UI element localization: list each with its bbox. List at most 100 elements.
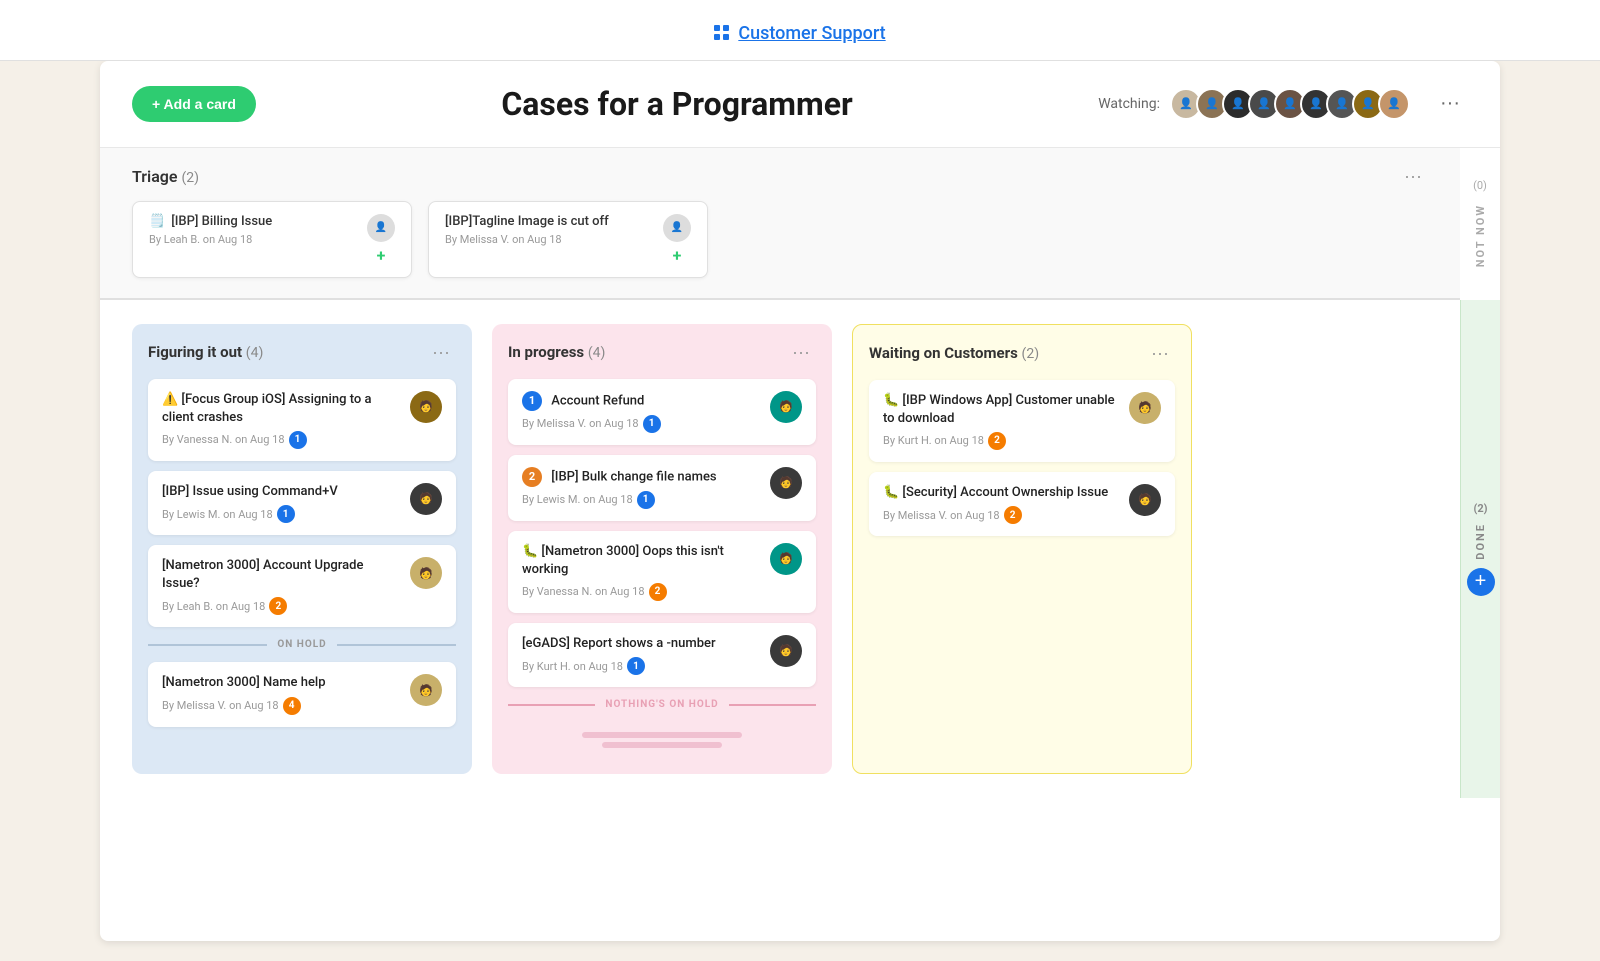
- inprogress-card-4-meta: By Kurt H. on Aug 18 1: [522, 657, 762, 675]
- not-now-panel: (0) NOT NOW: [1460, 148, 1500, 300]
- waiting-count: (2): [1022, 346, 1040, 362]
- divider-line-right: [337, 644, 456, 646]
- inprogress-card-3-badge: 2: [649, 583, 667, 601]
- waiting-col-title: Waiting on Customers (2): [869, 344, 1039, 362]
- nothing-on-hold-area: [508, 722, 816, 758]
- triage-card-2[interactable]: [IBP]Tagline Image is cut off By Melissa…: [428, 201, 708, 278]
- inprogress-card-3[interactable]: 🐛 [Nametron 3000] Oops this isn't workin…: [508, 531, 816, 613]
- inprogress-card-4[interactable]: [eGADS] Report shows a -number By Kurt H…: [508, 623, 816, 687]
- more-options-button[interactable]: ···: [1432, 88, 1468, 119]
- not-now-count: (0): [1473, 179, 1487, 192]
- figuring-card-1-body: ⚠️ [Focus Group iOS] Assigning to a clie…: [162, 391, 402, 449]
- divider-line-left: [148, 644, 267, 646]
- figuring-card-2-body: [IBP] Issue using Command+V By Lewis M. …: [162, 483, 402, 523]
- figuring-card-3[interactable]: [Nametron 3000] Account Upgrade Issue? B…: [148, 545, 456, 627]
- waiting-card-1-meta: By Kurt H. on Aug 18 2: [883, 432, 1121, 450]
- done-panel: (2) DONE +: [1460, 300, 1500, 799]
- waiting-card-1-badge: 2: [988, 432, 1006, 450]
- triage-card-1-title: 🗒️ [IBP] Billing Issue: [149, 214, 367, 229]
- triage-menu-button[interactable]: ···: [1398, 164, 1428, 189]
- board-header: + Add a card Cases for a Programmer Watc…: [100, 61, 1500, 148]
- triage-count: (2): [182, 170, 200, 186]
- triage-card-1-avatar: 👤: [367, 214, 395, 242]
- watching-label: Watching:: [1098, 96, 1160, 112]
- kanban-area: Figuring it out (4) ··· ⚠️ [Focus Group …: [100, 300, 1460, 799]
- nothing-divider-left: [508, 704, 595, 706]
- inprogress-card-1-avatar: 🧑: [770, 391, 802, 423]
- inprogress-card-1-body: 1 Account Refund By Melissa V. on Aug 18…: [522, 391, 762, 433]
- waiting-card-1[interactable]: 🐛 [IBP Windows App] Customer unable to d…: [869, 380, 1175, 462]
- waiting-card-1-avatar: 🧑: [1129, 392, 1161, 424]
- triage-card-1-actions: 👤 +: [367, 214, 395, 265]
- waiting-menu-button[interactable]: ···: [1145, 341, 1175, 366]
- waiting-card-2[interactable]: 🐛 [Security] Account Ownership Issue By …: [869, 472, 1175, 536]
- triage-card-2-add-icon[interactable]: +: [673, 246, 682, 265]
- nothing-on-hold-divider: NOTHING'S ON HOLD: [508, 699, 816, 710]
- inprogress-card-3-title: 🐛 [Nametron 3000] Oops this isn't workin…: [522, 543, 762, 579]
- figuring-card-3-badge: 2: [269, 597, 287, 615]
- figuring-col-title: Figuring it out (4): [148, 343, 263, 361]
- inprogress-card-3-body: 🐛 [Nametron 3000] Oops this isn't workin…: [522, 543, 762, 601]
- triage-inner: Triage (2) ··· 🗒️ [IBP] Billing Issue By…: [100, 148, 1460, 300]
- inprogress-card-2-avatar: 🧑: [770, 467, 802, 499]
- inprogress-card-4-title: [eGADS] Report shows a -number: [522, 635, 762, 653]
- inprogress-card-3-avatar: 🧑: [770, 543, 802, 575]
- triage-cards: 🗒️ [IBP] Billing Issue By Leah B. on Aug…: [132, 201, 1428, 278]
- avatar-stack: 👤 👤 👤 👤 👤 👤 👤 👤 👤: [1170, 88, 1410, 120]
- figuring-col-header: Figuring it out (4) ···: [148, 340, 456, 365]
- figuring-card-2-title: [IBP] Issue using Command+V: [162, 483, 402, 501]
- waiting-card-2-avatar: 🧑: [1129, 484, 1161, 516]
- inprogress-card-4-avatar: 🧑: [770, 635, 802, 667]
- figuring-count: (4): [246, 345, 264, 361]
- figuring-hold-card-1[interactable]: [Nametron 3000] Name help By Melissa V. …: [148, 662, 456, 726]
- inprogress-card-2-badge: 1: [637, 491, 655, 509]
- triage-card-2-meta: By Melissa V. on Aug 18: [445, 233, 663, 246]
- figuring-hold-card-1-avatar: 🧑: [410, 674, 442, 706]
- waiting-card-2-meta: By Melissa V. on Aug 18 2: [883, 506, 1121, 524]
- figuring-card-1-title: ⚠️ [Focus Group iOS] Assigning to a clie…: [162, 391, 402, 427]
- figuring-card-2[interactable]: [IBP] Issue using Command+V By Lewis M. …: [148, 471, 456, 535]
- figuring-hold-card-1-title: [Nametron 3000] Name help: [162, 674, 402, 692]
- bug-icon-1: 🐛: [522, 544, 541, 559]
- nothing-divider-right: [729, 704, 816, 706]
- done-add-button[interactable]: +: [1467, 568, 1495, 596]
- figuring-card-1-badge: 1: [289, 431, 307, 449]
- figuring-card-1-meta: By Vanessa N. on Aug 18 1: [162, 431, 402, 449]
- inprogress-col-header: In progress (4) ···: [508, 340, 816, 365]
- triage-header: Triage (2) ···: [132, 164, 1428, 189]
- warning-icon: ⚠️: [162, 392, 181, 407]
- top-bar: Customer Support: [0, 0, 1600, 61]
- triage-card-1[interactable]: 🗒️ [IBP] Billing Issue By Leah B. on Aug…: [132, 201, 412, 278]
- inprogress-menu-button[interactable]: ···: [786, 340, 816, 365]
- done-count: (2): [1473, 502, 1487, 515]
- waiting-col-header: Waiting on Customers (2) ···: [869, 341, 1175, 366]
- waiting-card-2-body: 🐛 [Security] Account Ownership Issue By …: [883, 484, 1121, 524]
- triage-card-2-actions: 👤 +: [663, 214, 691, 265]
- waiting-card-1-body: 🐛 [IBP Windows App] Customer unable to d…: [883, 392, 1121, 450]
- top-bar-title[interactable]: Customer Support: [738, 23, 885, 44]
- inprogress-card-2[interactable]: 2 [IBP] Bulk change file names By Lewis …: [508, 455, 816, 521]
- nothing-line-2: [602, 742, 722, 748]
- inprogress-card-1[interactable]: 1 Account Refund By Melissa V. on Aug 18…: [508, 379, 816, 445]
- triage-card-1-add-icon[interactable]: +: [377, 246, 386, 265]
- figuring-card-1-avatar: 🧑: [410, 391, 442, 423]
- column-in-progress: In progress (4) ··· 1 Account Refund By …: [492, 324, 832, 775]
- figuring-card-2-meta: By Lewis M. on Aug 18 1: [162, 505, 402, 523]
- triage-section: Triage (2) ··· 🗒️ [IBP] Billing Issue By…: [100, 148, 1500, 300]
- add-card-button[interactable]: + Add a card: [132, 86, 256, 122]
- figuring-card-1[interactable]: ⚠️ [Focus Group iOS] Assigning to a clie…: [148, 379, 456, 461]
- grid-icon: [714, 25, 730, 41]
- inprogress-count: (4): [588, 345, 606, 361]
- board-title: Cases for a Programmer: [256, 85, 1098, 123]
- figuring-card-3-avatar: 🧑: [410, 557, 442, 589]
- watching-section: Watching: 👤 👤 👤 👤 👤 👤 👤 👤 👤 ···: [1098, 88, 1468, 120]
- inprogress-col-title: In progress (4): [508, 343, 605, 361]
- inprogress-card-2-title: 2 [IBP] Bulk change file names: [522, 467, 762, 487]
- figuring-card-2-avatar: 🧑: [410, 483, 442, 515]
- waiting-card-2-title: 🐛 [Security] Account Ownership Issue: [883, 484, 1121, 502]
- column-waiting-on-customers: Waiting on Customers (2) ··· 🐛 [IBP Wind…: [852, 324, 1192, 775]
- num-icon-2: 2: [522, 467, 542, 487]
- figuring-menu-button[interactable]: ···: [426, 340, 456, 365]
- waiting-card-1-title: 🐛 [IBP Windows App] Customer unable to d…: [883, 392, 1121, 428]
- figuring-card-2-badge: 1: [277, 505, 295, 523]
